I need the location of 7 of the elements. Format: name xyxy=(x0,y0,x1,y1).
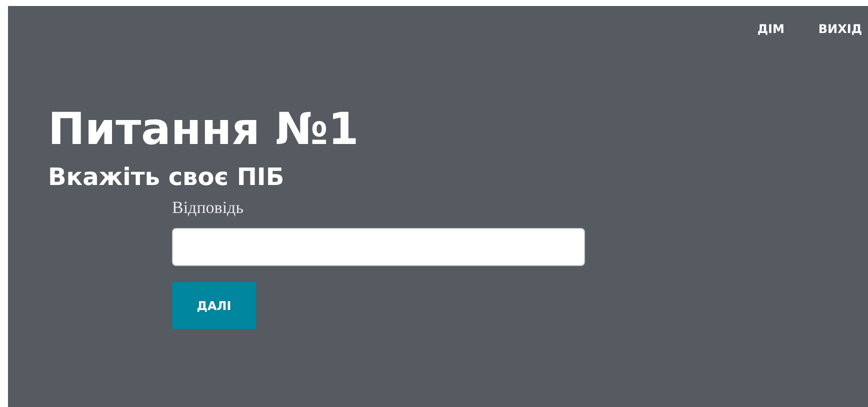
question-title: Питання №1 xyxy=(48,104,360,156)
answer-label: Відповідь xyxy=(172,197,244,219)
answer-field[interactable] xyxy=(172,228,585,266)
nav-link[interactable]: ВИХІД xyxy=(818,21,862,41)
next-button[interactable]: ДАЛІ xyxy=(172,282,256,329)
question-text: Вкажіть своє ПІБ xyxy=(48,162,286,192)
nav-link[interactable]: ДІМ xyxy=(757,21,784,41)
